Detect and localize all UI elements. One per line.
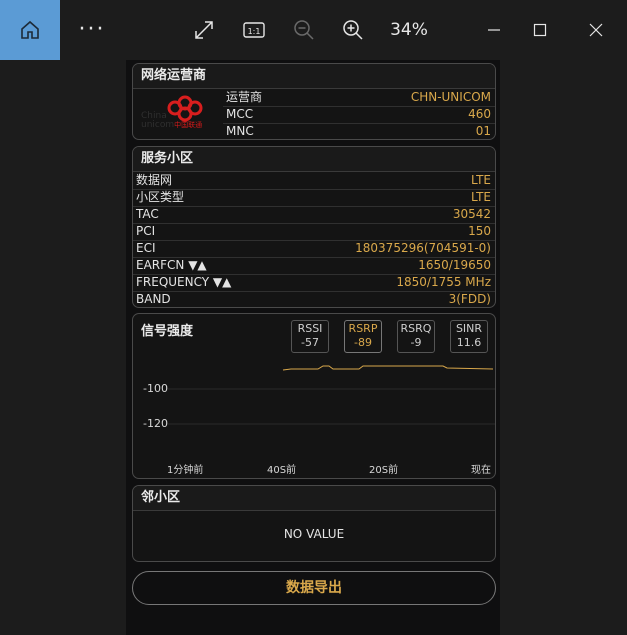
viewer-titlebar: ··· 1:1 34% — [0, 0, 627, 60]
operator-row-value: 460 — [468, 107, 491, 121]
y-tick-label: -120 — [143, 417, 168, 430]
cell-row: BAND 3(FDD) — [133, 291, 495, 307]
x-tick-label: 现在 — [471, 465, 491, 476]
serving-cell-title: 服务小区 — [133, 147, 495, 172]
more-icon: ··· — [78, 17, 106, 42]
cell-row-label: BAND — [136, 292, 171, 306]
operator-row-value: CHN-UNICOM — [410, 90, 491, 104]
signal-card: 信号强度 RSSI -57 RSRP -89 RSRQ -9 SINR 11.6 -100 -1… — [132, 313, 496, 479]
minimize-button[interactable] — [474, 0, 514, 60]
cell-row-label: FREQUENCY ▼▲ — [136, 275, 232, 289]
export-data-button[interactable]: 数据导出 — [132, 571, 496, 605]
metric-name: RSSI — [297, 322, 323, 335]
cell-row-value: 3(FDD) — [448, 292, 491, 306]
operator-row-value: 01 — [475, 124, 491, 138]
cell-row: TAC 30542 — [133, 206, 495, 224]
operator-row-label: 运营商 — [226, 90, 263, 104]
cell-row-value: 1850/1755 MHz — [396, 275, 491, 289]
operator-card: 网络运营商 China unicom中国联通 运营商 CHN-UNICOM MCC 4… — [132, 63, 496, 140]
serving-cell-rows: 数据网 LTE 小区类型 LTE TAC 30542 PCI 150 ECI 180375296(… — [133, 172, 495, 307]
phone-screenshot: 网络运营商 China unicom中国联通 运营商 CHN-UNICOM MCC 4… — [126, 60, 500, 635]
zoom-in-button[interactable] — [337, 0, 369, 60]
cell-row-value: 1650/19650 — [418, 258, 491, 272]
serving-cell-card: 服务小区 数据网 LTE 小区类型 LTE TAC 30542 PCI 150 ECI 18037… — [132, 146, 496, 308]
x-tick-label: 40S前 — [267, 465, 297, 476]
unicom-logo: China unicom中国联通 — [139, 92, 221, 138]
cell-row-label: ECI — [136, 241, 156, 255]
operator-row: 运营商 CHN-UNICOM — [223, 89, 495, 107]
cell-row-value: 30542 — [452, 207, 491, 221]
metric-tab-rsrq[interactable]: RSRQ -9 — [397, 320, 435, 353]
operator-title: 网络运营商 — [133, 64, 495, 89]
zoom-out-button[interactable] — [288, 0, 320, 60]
home-button[interactable] — [0, 0, 60, 60]
signal-title: 信号强度 — [141, 324, 194, 339]
cell-row[interactable]: FREQUENCY ▼▲ 1850/1755 MHz — [133, 274, 495, 292]
cell-row[interactable]: EARFCN ▼▲ 1650/19650 — [133, 257, 495, 275]
cell-row-value: 180375296(704591-0) — [355, 241, 491, 255]
svg-text:1:1: 1:1 — [248, 27, 261, 36]
neighbor-card: 邻小区 NO VALUE — [132, 485, 496, 562]
close-button[interactable] — [576, 0, 616, 60]
cell-row: 数据网 LTE — [133, 172, 495, 190]
zoom-in-icon — [343, 20, 363, 40]
cell-row-label: PCI — [136, 224, 156, 238]
operator-row: MNC 01 — [223, 123, 495, 139]
unicom-logo-text: China unicom中国联通 — [141, 111, 203, 130]
neighbor-empty-text: NO VALUE — [283, 527, 345, 541]
cell-row: PCI 150 — [133, 223, 495, 241]
metric-value: -57 — [301, 336, 319, 349]
x-tick-label: 1分钟前 — [167, 465, 204, 476]
operator-row: MCC 460 — [223, 106, 495, 124]
x-tick-label: 20S前 — [369, 465, 399, 476]
signal-chart — [167, 365, 495, 425]
metric-value: -89 — [354, 336, 372, 349]
maximize-icon — [533, 23, 547, 37]
cell-row-label: TAC — [136, 207, 159, 221]
maximize-button[interactable] — [520, 0, 560, 60]
metric-value: -9 — [410, 336, 422, 349]
expand-icon — [195, 21, 213, 39]
operator-row-label: MNC — [226, 124, 254, 138]
signal-line — [282, 365, 494, 371]
close-icon — [589, 23, 603, 37]
cell-row-value: 150 — [468, 224, 491, 238]
actual-size-button[interactable]: 1:1 — [238, 0, 270, 60]
cell-row-label: 数据网 — [136, 173, 173, 187]
cell-row-value: LTE — [471, 190, 491, 204]
metric-tab-rsrp[interactable]: RSRP -89 — [344, 320, 382, 353]
operator-rows: 运营商 CHN-UNICOM MCC 460 MNC 01 — [223, 89, 495, 139]
minimize-icon — [488, 29, 500, 31]
cell-row-label: EARFCN ▼▲ — [136, 258, 207, 272]
cell-row: ECI 180375296(704591-0) — [133, 240, 495, 258]
metric-name: SINR — [455, 322, 483, 335]
metric-value: 11.6 — [456, 336, 482, 349]
cell-row-label: 小区类型 — [136, 190, 185, 204]
cell-row: 小区类型 LTE — [133, 189, 495, 207]
metric-tab-sinr[interactable]: SINR 11.6 — [450, 320, 488, 353]
metric-tab-rssi[interactable]: RSSI -57 — [291, 320, 329, 353]
home-icon — [21, 20, 39, 39]
neighbor-title: 邻小区 — [133, 486, 495, 511]
zoom-out-icon — [294, 20, 314, 40]
fullscreen-button[interactable] — [188, 0, 220, 60]
operator-row-label: MCC — [226, 107, 254, 121]
y-tick-label: -100 — [143, 382, 168, 395]
more-options-button[interactable]: ··· — [76, 0, 108, 60]
metric-name: RSRQ — [400, 322, 432, 335]
zoom-level: 34% — [390, 20, 428, 40]
actual-size-icon: 1:1 — [243, 22, 265, 38]
metric-name: RSRP — [348, 322, 378, 335]
cell-row-value: LTE — [471, 173, 491, 187]
